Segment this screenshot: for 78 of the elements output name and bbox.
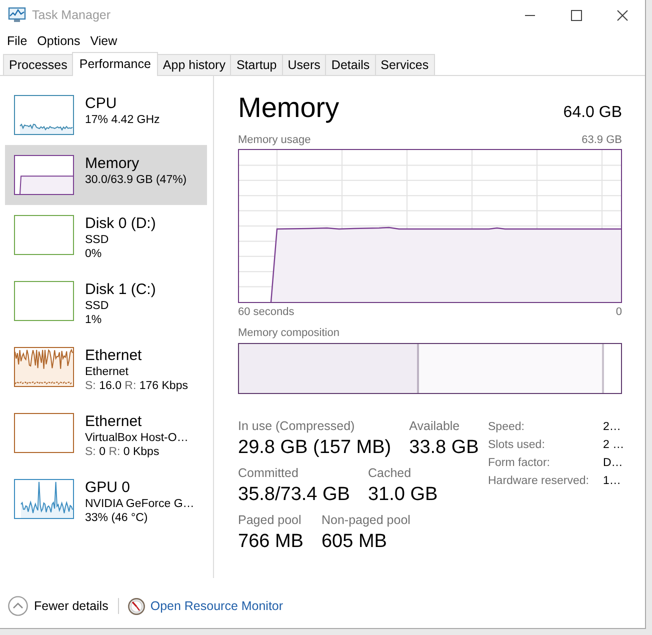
time-end-label: 0 [616, 305, 622, 319]
property-value: 2… [603, 420, 622, 435]
item-title: Disk 1 (C:) [85, 281, 156, 299]
item-detail: 0% [85, 247, 103, 261]
throughput-label: S: [85, 380, 96, 392]
stat-value: 31.0 GB [368, 483, 438, 507]
menu-item[interactable]: File [2, 30, 32, 50]
item-detail: 1% [85, 313, 103, 327]
stat-label: In use (Compressed) [238, 418, 356, 434]
property-label: Hardware reserved: [488, 474, 590, 489]
stat-value: 29.8 GB (157 MB) [238, 436, 392, 460]
property-value: 1… [603, 474, 622, 489]
tab[interactable]: Performance [72, 52, 158, 76]
stat-value: 33.8 GB [409, 436, 479, 460]
resource-monitor-link[interactable]: Open Resource Monitor [150, 596, 284, 616]
menu-item[interactable]: Options [32, 30, 86, 50]
item-title: CPU [85, 95, 118, 113]
throughput-label: R: [108, 446, 120, 458]
sidebar-item[interactable]: Disk 0 (D:) SSD 0% [5, 205, 207, 271]
sidebar-item[interactable]: Disk 1 (C:) SSD 1% [5, 271, 207, 337]
item-detail: 17% 4.42 GHz [85, 113, 160, 127]
item-detail: Ethernet [85, 365, 130, 379]
window-title: Task Manager [32, 6, 111, 24]
stat-label: Non-paged pool [321, 512, 410, 528]
fewer-details-button[interactable]: Fewer details [8, 596, 108, 616]
total-memory: 64.0 GB [563, 103, 622, 123]
item-detail: 33% (46 °C) [85, 511, 149, 525]
stat-value: 605 MB [321, 530, 388, 554]
item-title: Memory [85, 155, 140, 173]
throughput-value: 0 Kbps [123, 446, 160, 458]
gauge-icon [128, 598, 146, 614]
item-title: Ethernet [85, 413, 143, 431]
item-title: Ethernet [85, 347, 143, 365]
graph-max-label: 63.9 GB [582, 133, 622, 147]
chevron-up-icon [8, 596, 28, 616]
item-detail: SSD [85, 299, 110, 313]
tab[interactable]: App history [156, 54, 232, 75]
item-title: GPU 0 [85, 479, 132, 497]
item-title: Disk 0 (D:) [85, 215, 156, 233]
composition-label: Memory composition [238, 326, 340, 340]
stat-label: Paged pool [238, 512, 302, 528]
property-label: Speed: [488, 420, 526, 435]
sidebar-item[interactable]: Ethernet VirtualBox Host-O… S: 0 R: 0 Kbps [5, 403, 207, 469]
tab[interactable]: Users [282, 54, 326, 75]
sidebar-item[interactable]: GPU 0 NVIDIA GeForce G… 33% (46 °C) [5, 469, 207, 535]
stat-label: Available [409, 418, 461, 434]
sidebar-item[interactable]: Memory 30.0/63.9 GB (47%) [5, 145, 207, 205]
throughput-value: 16.0 [99, 380, 122, 392]
maximize-icon [570, 10, 582, 20]
stat-value: 766 MB [238, 530, 304, 554]
item-detail: NVIDIA GeForce G… [85, 497, 194, 511]
stat-label: Cached [368, 465, 412, 481]
time-span-label: 60 seconds [238, 305, 294, 319]
tab[interactable]: Processes [3, 54, 74, 75]
minimize-icon [525, 14, 535, 16]
close-icon [616, 10, 628, 20]
monitor-graph-icon [8, 7, 26, 23]
menu-item[interactable]: View [85, 30, 122, 50]
tab[interactable]: Details [325, 54, 376, 75]
item-detail: VirtualBox Host-O… [85, 431, 188, 445]
property-label: Slots used: [488, 438, 546, 453]
item-detail: SSD [85, 233, 110, 247]
throughput-label: R: [124, 380, 136, 392]
property-label: Form factor: [488, 456, 551, 471]
throughput-label: S: [85, 446, 96, 458]
property-value: D… [603, 456, 624, 471]
stat-value: 35.8/73.4 GB [238, 483, 350, 507]
graph-label: Memory usage [238, 133, 311, 147]
tab[interactable]: Services [374, 54, 435, 75]
panel-title: Memory [238, 91, 340, 125]
throughput-value: 176 Kbps [139, 380, 188, 392]
stat-label: Committed [238, 465, 300, 481]
property-value: 2 … [603, 438, 624, 453]
sidebar-item[interactable]: CPU 17% 4.42 GHz [5, 85, 207, 145]
throughput-value: 0 [99, 446, 106, 458]
sidebar-item[interactable]: Ethernet Ethernet S: 16.0 R: 176 Kbps [5, 337, 207, 403]
item-detail: 30.0/63.9 GB (47%) [85, 173, 187, 187]
tab[interactable]: Startup [230, 54, 283, 75]
